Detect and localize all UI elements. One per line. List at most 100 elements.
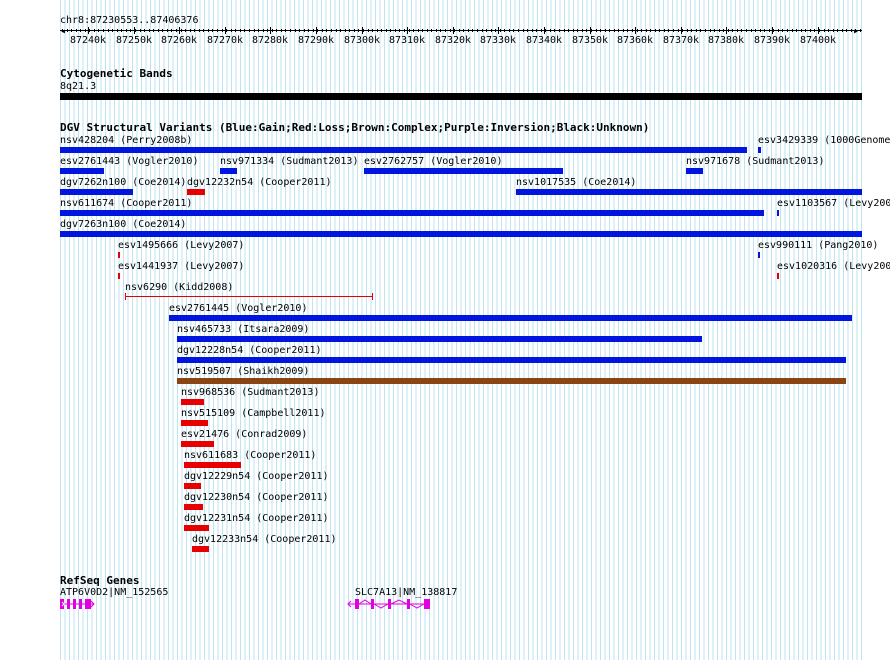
ruler-minor-tick — [723, 29, 724, 32]
dgv-feature-label: esv2761443 (Vogler2010) — [60, 156, 199, 167]
ruler-minor-tick — [609, 29, 610, 32]
dgv-feature-bar[interactable] — [169, 315, 852, 321]
dgv-feature-bar[interactable] — [60, 189, 133, 195]
dgv-feature-bar[interactable] — [758, 147, 761, 153]
dgv-feature-bar[interactable] — [184, 483, 201, 489]
ruler-minor-tick — [226, 29, 227, 32]
gene-model-slc7a13[interactable] — [345, 596, 435, 612]
ruler-minor-tick — [491, 29, 492, 32]
ruler-minor-tick — [422, 29, 423, 32]
ruler-major-tick — [179, 27, 180, 34]
dgv-feature-bar[interactable] — [181, 420, 208, 426]
dgv-feature-bar[interactable] — [686, 168, 703, 174]
ruler-minor-tick — [285, 29, 286, 32]
dgv-feature-bar[interactable] — [184, 462, 241, 468]
dgv-feature-bar[interactable] — [516, 189, 862, 195]
ruler-minor-tick — [564, 29, 565, 32]
dgv-feature-bar[interactable] — [177, 336, 702, 342]
ruler-minor-tick — [655, 29, 656, 32]
ruler-minor-tick — [144, 29, 145, 32]
ruler-tick-label: 87400k — [799, 35, 837, 46]
ruler-minor-tick — [778, 29, 779, 32]
ruler-minor-tick — [751, 29, 752, 32]
dgv-feature-label: esv21476 (Conrad2009) — [181, 429, 308, 440]
dgv-feature-label: nsv428204 (Perry2008b) — [60, 135, 193, 146]
dgv-feature-bar[interactable] — [177, 357, 846, 363]
gene-model-atp6v0d2[interactable] — [58, 596, 98, 612]
dgv-feature-bar[interactable] — [777, 273, 779, 279]
dgv-feature-bar[interactable] — [184, 504, 203, 510]
ruler-minor-tick — [719, 29, 720, 32]
ruler-minor-tick — [440, 29, 441, 32]
ruler-minor-tick — [472, 29, 473, 32]
dgv-feature-bar[interactable] — [192, 546, 209, 552]
dgv-feature-bar[interactable] — [220, 168, 237, 174]
ruler-minor-tick — [409, 29, 410, 32]
ruler-minor-tick — [541, 29, 542, 32]
dgv-feature-label: esv990111 (Pang2010) — [758, 240, 879, 251]
ruler-tick-label: 87370k — [662, 35, 700, 46]
ruler-minor-tick — [605, 29, 606, 32]
ruler-minor-tick — [121, 29, 122, 32]
dgv-feature-bar[interactable] — [187, 189, 205, 195]
ruler-minor-tick — [454, 29, 455, 32]
dgv-feature-bar[interactable] — [184, 525, 209, 531]
ruler-right-arrow-icon: ▸ — [853, 26, 860, 37]
dgv-feature-line[interactable] — [125, 296, 373, 297]
dgv-feature-bar[interactable] — [60, 231, 862, 237]
dgv-feature-bar[interactable] — [60, 147, 747, 153]
ruler-tick-label: 87290k — [297, 35, 335, 46]
ruler-minor-tick — [167, 29, 168, 32]
ruler-minor-tick — [741, 29, 742, 32]
cytoband-track-title[interactable]: Cytogenetic Bands — [60, 68, 173, 80]
ruler-minor-tick — [554, 29, 555, 32]
ruler-minor-tick — [518, 29, 519, 32]
ruler-minor-tick — [714, 29, 715, 32]
refseq-track-title[interactable]: RefSeq Genes — [60, 575, 139, 587]
ruler-minor-tick — [755, 29, 756, 32]
dgv-feature-bar[interactable] — [181, 399, 204, 405]
dgv-feature-bar[interactable] — [777, 210, 779, 216]
ruler-minor-tick — [112, 29, 113, 32]
ruler-tick-label: 87240k — [69, 35, 107, 46]
ruler-minor-tick — [513, 29, 514, 32]
dgv-feature-label: esv3429339 (1000Genome — [758, 135, 890, 146]
ruler-minor-tick — [181, 29, 182, 32]
dgv-feature-bar[interactable] — [118, 273, 120, 279]
dgv-feature-bar[interactable] — [60, 210, 764, 216]
ruler-minor-tick — [272, 29, 273, 32]
ruler-minor-tick — [67, 29, 68, 32]
cytoband-bar[interactable] — [60, 93, 862, 100]
ruler-minor-tick — [668, 29, 669, 32]
ruler-minor-tick — [149, 29, 150, 32]
dgv-feature-bar[interactable] — [118, 252, 120, 258]
dgv-feature-bar[interactable] — [758, 252, 760, 258]
ruler-minor-tick — [527, 29, 528, 32]
ruler-minor-tick — [381, 29, 382, 32]
dgv-feature-label: dgv7262n100 (Coe2014) — [60, 177, 187, 188]
ruler-minor-tick — [222, 29, 223, 32]
ruler-minor-tick — [450, 29, 451, 32]
dgv-feature-bar[interactable] — [177, 378, 846, 384]
ruler-minor-tick — [623, 29, 624, 32]
ruler-minor-tick — [363, 29, 364, 32]
ruler-minor-tick — [837, 29, 838, 32]
dgv-feature-label: dgv12230n54 (Cooper2011) — [184, 492, 329, 503]
ruler-minor-tick — [664, 29, 665, 32]
dgv-track-title[interactable]: DGV Structural Variants (Blue:Gain;Red:L… — [60, 122, 649, 134]
ruler-minor-tick — [235, 29, 236, 32]
ruler-minor-tick — [140, 29, 141, 32]
ruler-minor-tick — [824, 29, 825, 32]
ruler-minor-tick — [368, 29, 369, 32]
dgv-feature-bar[interactable] — [364, 168, 563, 174]
ruler-minor-tick — [568, 29, 569, 32]
ruler-minor-tick — [559, 29, 560, 32]
ruler-minor-tick — [627, 29, 628, 32]
dgv-feature-label: dgv12232n54 (Cooper2011) — [187, 177, 332, 188]
ruler-minor-tick — [390, 29, 391, 32]
ruler-minor-tick — [108, 29, 109, 32]
dgv-feature-bar[interactable] — [60, 168, 104, 174]
dgv-feature-bar[interactable] — [181, 441, 214, 447]
ruler-range-label: chr8:87230553..87406376 — [60, 15, 199, 26]
dgv-feature-label: nsv519507 (Shaikh2009) — [177, 366, 310, 377]
